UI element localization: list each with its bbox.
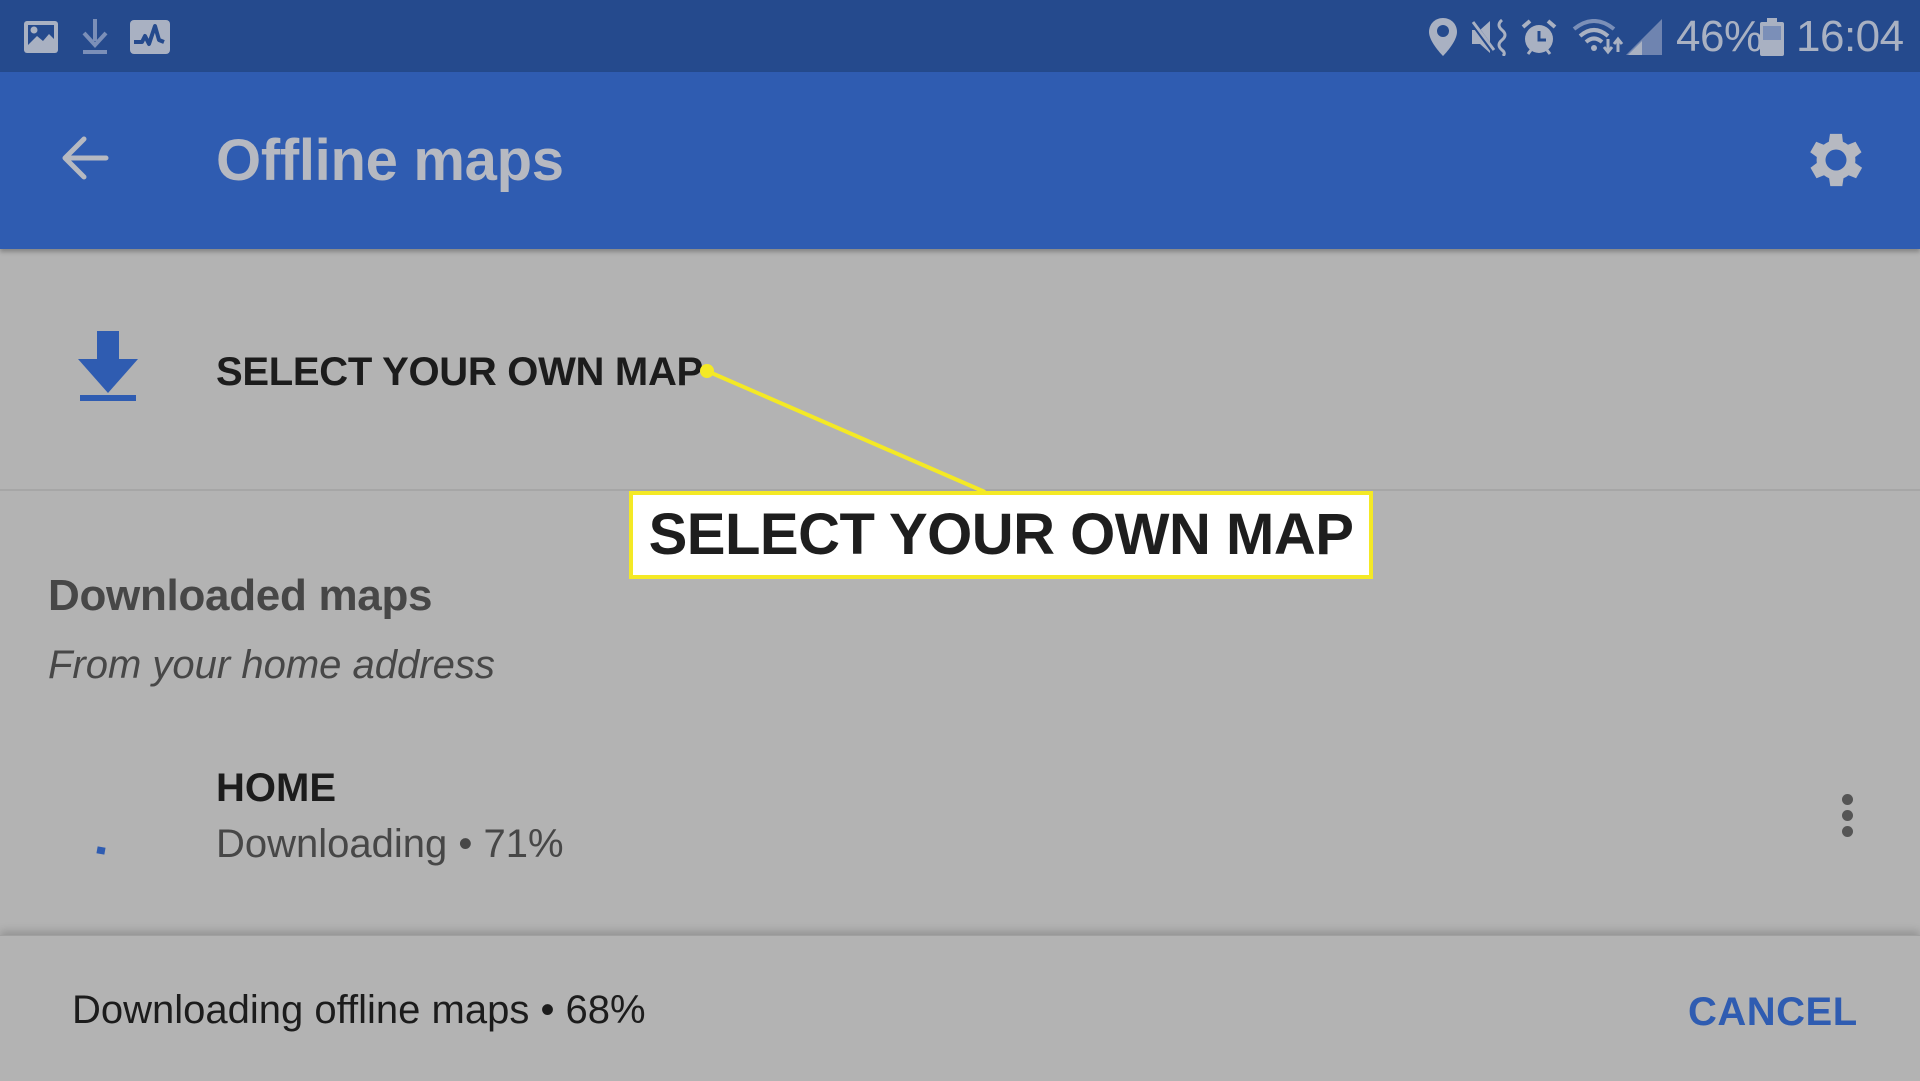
clock-time: 16:04 [1796, 12, 1904, 61]
downloaded-maps-subtitle: From your home address [48, 643, 495, 687]
back-button[interactable] [56, 128, 116, 188]
callout-text: SELECT YOUR OWN MAP [648, 502, 1354, 567]
more-options-button[interactable] [1830, 790, 1866, 846]
gear-icon [1810, 133, 1863, 187]
mute-vibrate-icon [1470, 18, 1510, 56]
activity-icon [130, 18, 170, 56]
map-name: HOME [216, 766, 336, 810]
signal-icon [1626, 18, 1662, 56]
wifi-icon [1572, 18, 1632, 56]
select-your-own-map-label: SELECT YOUR OWN MAP [216, 350, 703, 394]
select-your-own-map-button[interactable]: SELECT YOUR OWN MAP [0, 249, 1920, 490]
location-icon [1428, 18, 1458, 56]
status-bar: 46% 16:04 [0, 0, 1920, 72]
annotation-callout: SELECT YOUR OWN MAP [629, 491, 1373, 579]
download-progress-snackbar: Downloading offline maps • 68% CANCEL [0, 935, 1920, 1081]
page-title: Offline maps [216, 128, 564, 193]
cancel-button[interactable]: CANCEL [1688, 986, 1858, 1038]
gallery-icon [22, 18, 60, 56]
snackbar-message: Downloading offline maps • 68% [72, 988, 646, 1032]
alarm-icon [1520, 18, 1558, 56]
map-download-status: Downloading • 71% [216, 822, 564, 866]
battery-icon [1760, 18, 1784, 56]
list-item-home-map[interactable]: HOME Downloading • 71% [0, 750, 1920, 920]
progress-spinner-icon [96, 846, 106, 855]
download-icon [80, 18, 110, 56]
app-bar: Offline maps [0, 72, 1920, 249]
battery-percent: 46% [1676, 12, 1763, 61]
downloaded-maps-heading: Downloaded maps [48, 571, 433, 620]
arrow-back-icon [62, 136, 109, 180]
settings-button[interactable] [1800, 124, 1872, 196]
download-icon [78, 331, 138, 401]
